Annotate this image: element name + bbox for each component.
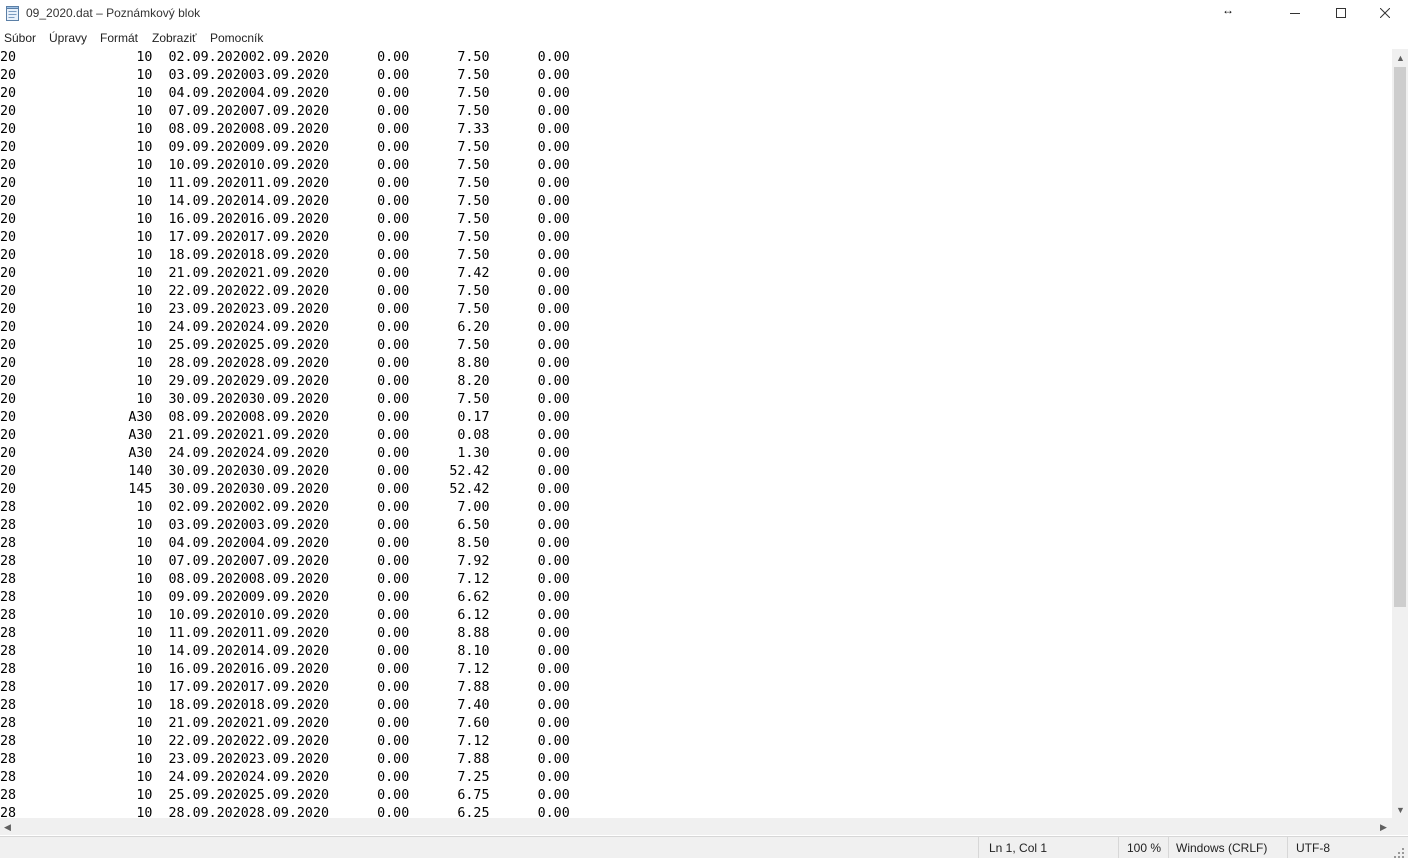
scroll-up-icon[interactable]: ▲ [1396, 53, 1405, 63]
status-separator [978, 837, 979, 858]
text-line: 20 10 18.09.202018.09.2020 0.00 7.50 0.0… [0, 248, 570, 263]
text-line: 28 10 10.09.202010.09.2020 0.00 6.12 0.0… [0, 608, 570, 623]
text-line: 28 10 03.09.202003.09.2020 0.00 6.50 0.0… [0, 518, 570, 533]
text-line: 20 10 11.09.202011.09.2020 0.00 7.50 0.0… [0, 176, 570, 191]
text-line: 20 10 02.09.202002.09.2020 0.00 7.50 0.0… [0, 50, 570, 65]
status-separator [1168, 837, 1169, 858]
cursor-position: Ln 1, Col 1 [989, 841, 1048, 855]
text-line: 28 10 08.09.202008.09.2020 0.00 7.12 0.0… [0, 572, 570, 587]
menu-format[interactable]: Formát [100, 31, 138, 45]
resize-cursor-icon: ↔ [1222, 3, 1234, 17]
menu-view[interactable]: Zobraziť [152, 31, 197, 45]
text-line: 20 10 24.09.202024.09.2020 0.00 6.20 0.0… [0, 320, 570, 335]
text-line: 28 10 16.09.202016.09.2020 0.00 7.12 0.0… [0, 662, 570, 677]
text-line: 20 10 14.09.202014.09.2020 0.00 7.50 0.0… [0, 194, 570, 209]
scroll-right-icon[interactable]: ▶ [1380, 822, 1387, 832]
status-separator [1118, 837, 1119, 858]
text-line: 28 10 21.09.202021.09.2020 0.00 7.60 0.0… [0, 716, 570, 731]
vertical-scrollbar-thumb[interactable] [1394, 67, 1406, 607]
title-bar[interactable]: 09_2020.dat – Poznámkový blok ↔ [0, 0, 1408, 28]
status-bar: Ln 1, Col 1 100 % Windows (CRLF) UTF-8 [0, 836, 1408, 858]
text-line: 20 10 21.09.202021.09.2020 0.00 7.42 0.0… [0, 266, 570, 281]
text-line: 20 A30 21.09.202021.09.2020 0.00 0.08 0.… [0, 428, 570, 443]
text-line: 20 10 25.09.202025.09.2020 0.00 7.50 0.0… [0, 338, 570, 353]
text-line: 28 10 04.09.202004.09.2020 0.00 8.50 0.0… [0, 536, 570, 551]
line-ending: Windows (CRLF) [1176, 841, 1268, 855]
scroll-left-icon[interactable]: ◀ [4, 822, 11, 832]
text-line: 28 10 14.09.202014.09.2020 0.00 8.10 0.0… [0, 644, 570, 659]
menu-edit[interactable]: Úpravy [49, 31, 87, 45]
text-line: 20 10 16.09.202016.09.2020 0.00 7.50 0.0… [0, 212, 570, 227]
encoding: UTF-8 [1296, 841, 1330, 855]
scrollbar-corner [1392, 818, 1408, 835]
horizontal-scrollbar[interactable] [0, 818, 1392, 835]
text-line: 20 A30 08.09.202008.09.2020 0.00 0.17 0.… [0, 410, 570, 425]
text-line: 28 10 11.09.202011.09.2020 0.00 8.88 0.0… [0, 626, 570, 641]
text-line: 28 10 28.09.202028.09.2020 0.00 6.25 0.0… [0, 806, 570, 818]
text-line: 20 A30 24.09.202024.09.2020 0.00 1.30 0.… [0, 446, 570, 461]
text-line: 28 10 09.09.202009.09.2020 0.00 6.62 0.0… [0, 590, 570, 605]
close-button[interactable] [1362, 0, 1408, 28]
text-line: 20 10 09.09.202009.09.2020 0.00 7.50 0.0… [0, 140, 570, 155]
scroll-down-icon[interactable]: ▼ [1396, 805, 1405, 815]
text-line: 20 140 30.09.202030.09.2020 0.00 52.42 0… [0, 464, 570, 479]
minimize-icon [1290, 5, 1300, 23]
text-line: 20 10 17.09.202017.09.2020 0.00 7.50 0.0… [0, 230, 570, 245]
text-line: 20 10 29.09.202029.09.2020 0.00 8.20 0.0… [0, 374, 570, 389]
maximize-button[interactable] [1318, 0, 1364, 28]
maximize-icon [1336, 5, 1346, 23]
minimize-button[interactable] [1272, 0, 1318, 28]
status-separator [1287, 837, 1288, 858]
text-line: 28 10 17.09.202017.09.2020 0.00 7.88 0.0… [0, 680, 570, 695]
notepad-icon [6, 6, 19, 21]
text-line: 20 10 30.09.202030.09.2020 0.00 7.50 0.0… [0, 392, 570, 407]
window-title: 09_2020.dat – Poznámkový blok [26, 6, 201, 20]
text-line: 28 10 07.09.202007.09.2020 0.00 7.92 0.0… [0, 554, 570, 569]
close-icon [1379, 5, 1391, 23]
text-line: 20 145 30.09.202030.09.2020 0.00 52.42 0… [0, 482, 570, 497]
size-grip-icon[interactable] [1394, 845, 1404, 858]
text-line: 20 10 03.09.202003.09.2020 0.00 7.50 0.0… [0, 68, 570, 83]
menu-bar: Súbor Úpravy Formát Zobraziť Pomocník [0, 28, 1408, 48]
text-line: 20 10 10.09.202010.09.2020 0.00 7.50 0.0… [0, 158, 570, 173]
text-line: 28 10 25.09.202025.09.2020 0.00 6.75 0.0… [0, 788, 570, 803]
text-line: 20 10 23.09.202023.09.2020 0.00 7.50 0.0… [0, 302, 570, 317]
text-line: 28 10 24.09.202024.09.2020 0.00 7.25 0.0… [0, 770, 570, 785]
text-line: 20 10 22.09.202022.09.2020 0.00 7.50 0.0… [0, 284, 570, 299]
text-line: 28 10 18.09.202018.09.2020 0.00 7.40 0.0… [0, 698, 570, 713]
menu-file[interactable]: Súbor [4, 31, 36, 45]
text-line: 20 10 04.09.202004.09.2020 0.00 7.50 0.0… [0, 86, 570, 101]
text-line: 20 10 07.09.202007.09.2020 0.00 7.50 0.0… [0, 104, 570, 119]
text-line: 20 10 08.09.202008.09.2020 0.00 7.33 0.0… [0, 122, 570, 137]
text-line: 28 10 02.09.202002.09.2020 0.00 7.00 0.0… [0, 500, 570, 515]
text-line: 28 10 23.09.202023.09.2020 0.00 7.88 0.0… [0, 752, 570, 767]
zoom-level: 100 % [1127, 841, 1162, 855]
text-line: 20 10 28.09.202028.09.2020 0.00 8.80 0.0… [0, 356, 570, 371]
menu-help[interactable]: Pomocník [210, 31, 263, 45]
text-line: 28 10 22.09.202022.09.2020 0.00 7.12 0.0… [0, 734, 570, 749]
text-editor[interactable]: 20 10 02.09.202002.09.2020 0.00 7.50 0.0… [0, 49, 1392, 818]
